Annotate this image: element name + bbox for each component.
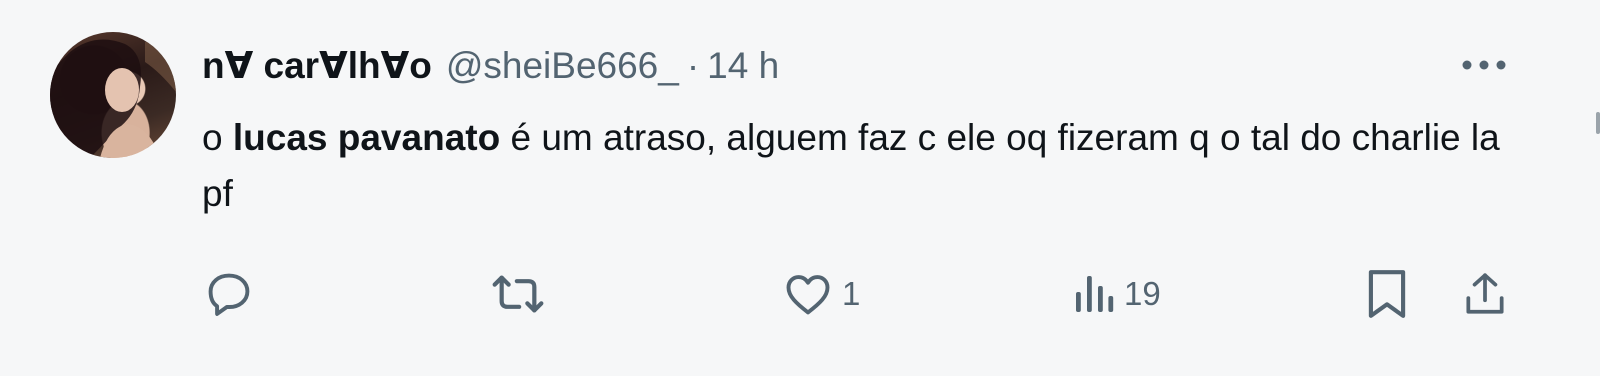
avatar-photo-icon bbox=[50, 39, 176, 158]
views-count: 19 bbox=[1124, 275, 1161, 312]
tweet-actions-bar: 1 19 bbox=[0, 264, 1600, 324]
author-display-name[interactable]: n∀ car∀lh∀o bbox=[202, 44, 432, 88]
reply-button[interactable] bbox=[203, 264, 263, 324]
views-chart-icon bbox=[1072, 268, 1116, 320]
tweet-header: n∀ car∀lh∀o @sheiBe666_ · 14 h bbox=[202, 44, 779, 88]
like-button[interactable]: 1 bbox=[782, 264, 860, 324]
like-count: 1 bbox=[842, 275, 861, 312]
bookmark-icon bbox=[1364, 266, 1410, 322]
author-handle[interactable]: @sheiBe666_ bbox=[446, 44, 679, 88]
avatar[interactable] bbox=[50, 32, 176, 158]
retweet-button[interactable] bbox=[490, 264, 554, 324]
mentioned-name: lucas pavanato bbox=[232, 117, 501, 158]
header-separator: · bbox=[686, 45, 700, 86]
tweet-card[interactable]: n∀ car∀lh∀o @sheiBe666_ · 14 h o lucas p… bbox=[0, 0, 1600, 376]
heart-icon bbox=[782, 268, 834, 320]
share-icon bbox=[1460, 267, 1510, 321]
tweet-text: o lucas pavanato é um atraso, alguem faz… bbox=[202, 110, 1502, 222]
tweet-text-start: o bbox=[202, 117, 233, 158]
share-button[interactable] bbox=[1460, 264, 1510, 324]
views-button[interactable]: 19 bbox=[1072, 264, 1161, 324]
tweet-timestamp[interactable]: 14 h bbox=[707, 44, 779, 88]
more-options-button[interactable] bbox=[1460, 50, 1508, 80]
retweet-icon bbox=[490, 268, 546, 320]
bookmark-button[interactable] bbox=[1364, 264, 1410, 324]
reply-icon bbox=[203, 268, 255, 320]
more-dots-icon bbox=[1461, 59, 1507, 71]
scrollbar-thumb[interactable] bbox=[1596, 112, 1600, 134]
